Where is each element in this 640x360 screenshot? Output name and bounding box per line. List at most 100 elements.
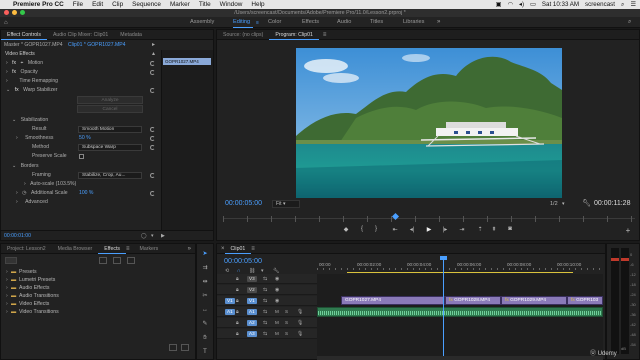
lock-icon[interactable]: 🔒︎ [236, 287, 239, 293]
transform-icon[interactable]: ⌖ [21, 60, 24, 66]
panel-menu-icon[interactable]: ≡ [126, 246, 130, 252]
panel-menu-icon[interactable]: ≡ [323, 32, 327, 38]
reset-icon[interactable] [150, 127, 155, 132]
list-icon[interactable]: ☰ [630, 1, 636, 8]
microphone-icon[interactable]: 🎙︎ [297, 320, 303, 326]
wifi-icon[interactable]: ◠ [507, 1, 512, 8]
volume-icon[interactable]: ◂) [519, 1, 524, 8]
new-bin-icon[interactable] [169, 344, 177, 351]
yuv-filter-icon[interactable] [127, 257, 135, 264]
tab-metadata[interactable]: Metadata [114, 30, 148, 40]
tab-audio-clip-mixer[interactable]: Audio Clip Mixer: Clip01 [47, 30, 114, 40]
timeline-ruler[interactable]: 00:00 00:00:02:00 00:00:04:00 00:00:06:0… [317, 258, 603, 273]
menu-item-sequence[interactable]: Sequence [132, 1, 161, 8]
track-target-a1[interactable]: A1 [247, 309, 257, 315]
reset-icon[interactable] [150, 145, 155, 150]
sequence-clip-label[interactable]: Clip01 * GOPR1027.MP4 [68, 41, 125, 49]
microphone-icon[interactable]: 🎙︎ [297, 331, 303, 337]
folder-item[interactable]: › ▬ Presets [6, 268, 186, 276]
reset-icon[interactable] [150, 88, 155, 93]
source-patch-a1[interactable]: A1 [225, 309, 235, 315]
expand-timeline-icon[interactable]: ▸ [152, 42, 155, 48]
sync-lock-icon[interactable]: ⇆ [263, 276, 267, 282]
search-icon[interactable]: ⌕ [621, 1, 624, 9]
tab-source-monitor[interactable]: Source: (no clips) [217, 30, 269, 40]
tab-project[interactable]: Project: Lesson2 [1, 244, 52, 254]
lock-icon[interactable]: 🔒︎ [236, 309, 239, 315]
more-panels-icon[interactable]: » [188, 246, 191, 252]
search-help-icon[interactable]: ⌕ [628, 19, 631, 25]
reset-icon[interactable] [150, 191, 155, 196]
video-clip[interactable]: fx GOPR103 [567, 296, 603, 305]
export-frame-icon[interactable]: ◙ [505, 226, 515, 232]
tab-program-monitor[interactable]: Program: Clip01 [269, 30, 319, 40]
search-field-icon[interactable] [5, 257, 17, 264]
timeline-tracks[interactable]: GOPR1027.MP4 fx GOPR1028.MP4 fx GOPR1029… [317, 256, 603, 356]
menu-clock[interactable]: Sat 10:33 AM [542, 1, 579, 8]
solo-button[interactable]: S [285, 320, 288, 326]
folder-item[interactable]: › ▬ Lumetri Presets [6, 276, 186, 284]
playhead-handle[interactable] [440, 256, 447, 260]
disclosure-open-icon[interactable]: ⌄ [12, 117, 16, 123]
master-clip-label[interactable]: Master * GOPR1027.MP4 [4, 41, 63, 49]
menu-item-window[interactable]: Window [220, 1, 243, 8]
lift-icon[interactable]: ⇡ [475, 226, 485, 233]
wrench-icon[interactable]: 🔧︎ [582, 199, 591, 207]
scroll-up-icon[interactable]: ▴ [152, 51, 155, 57]
fx-badge[interactable]: fx [15, 87, 19, 93]
delete-icon[interactable] [181, 344, 189, 351]
workspace-audio[interactable]: Audio [337, 19, 351, 25]
timeline-scrollbar[interactable] [317, 356, 603, 360]
ec-play-audio-icon[interactable]: ▶ [161, 233, 165, 239]
mark-in-icon[interactable]: { [357, 226, 367, 232]
video-clip[interactable]: fx GOPR1029.MP4 [501, 296, 567, 305]
track-target-v3[interactable]: V3 [247, 276, 257, 282]
analyze-button[interactable]: Analyze [77, 96, 143, 104]
resolution-dropdown-icon[interactable]: ▾ [562, 201, 565, 207]
track-target-a2[interactable]: A2 [247, 320, 257, 326]
additional-scale-value[interactable]: 100 % [79, 189, 93, 197]
keyframe-toggle-icon[interactable]: ◷ [22, 190, 26, 196]
more-workspaces-icon[interactable]: » [437, 19, 440, 25]
microphone-icon[interactable]: 🎙︎ [297, 309, 303, 315]
go-to-in-icon[interactable]: ⇤ [390, 226, 400, 233]
menu-item-file[interactable]: File [73, 1, 83, 8]
tab-media-browser[interactable]: Media Browser [52, 244, 99, 254]
menu-item-title[interactable]: Title [199, 1, 211, 8]
workspace-menu-icon[interactable]: ≡ [256, 20, 259, 26]
preserve-scale-checkbox[interactable] [79, 154, 84, 159]
close-tab-icon[interactable]: × [221, 246, 225, 252]
result-dropdown[interactable]: Smooth Motion [78, 126, 142, 133]
lock-icon[interactable]: 🔒︎ [236, 331, 239, 337]
folder-item[interactable]: › ▬ Audio Effects [6, 284, 186, 292]
lock-icon[interactable]: 🔒︎ [236, 320, 239, 326]
folder-item[interactable]: › ▬ Video Transitions [6, 308, 186, 316]
track-target-v2[interactable]: V2 [247, 287, 257, 293]
step-back-icon[interactable]: ◂| [407, 226, 417, 233]
zoom-window-button[interactable] [20, 10, 25, 15]
track-select-tool-icon[interactable]: ⇉ [201, 264, 209, 272]
ripple-edit-tool-icon[interactable]: ⇹ [201, 278, 209, 286]
ec-mini-timeline[interactable]: GOPR1027.MP4 [161, 50, 213, 230]
minimize-window-button[interactable] [12, 10, 17, 15]
disclosure-icon[interactable]: › [16, 135, 18, 141]
program-timecode[interactable]: 00:00:05:00 [225, 200, 262, 207]
razor-tool-icon[interactable]: ✂ [201, 292, 209, 300]
slip-tool-icon[interactable]: ↔ [201, 306, 209, 314]
workspace-editing[interactable]: Editing [233, 19, 250, 25]
lock-icon[interactable]: 🔒︎ [236, 276, 239, 282]
filter-icon[interactable]: ▾ [151, 233, 154, 239]
solo-button[interactable]: S [285, 331, 288, 337]
disclosure-icon[interactable]: › [24, 181, 26, 187]
reset-icon[interactable] [150, 70, 155, 75]
disclosure-open-icon[interactable]: ⌄ [6, 87, 10, 93]
home-icon[interactable]: ⌂ [4, 20, 8, 26]
tab-markers[interactable]: Markers [134, 244, 165, 254]
folder-item[interactable]: › ▬ Video Effects [6, 300, 186, 308]
step-forward-icon[interactable]: |▸ [440, 226, 450, 233]
workspace-color[interactable]: Color [268, 19, 281, 25]
sync-lock-icon[interactable]: ⇆ [263, 320, 267, 326]
ec-timecode[interactable]: 00:00:01:00 [4, 232, 31, 240]
sync-lock-icon[interactable]: ⇆ [263, 298, 267, 304]
hand-tool-icon[interactable]: ✋︎ [201, 334, 209, 342]
